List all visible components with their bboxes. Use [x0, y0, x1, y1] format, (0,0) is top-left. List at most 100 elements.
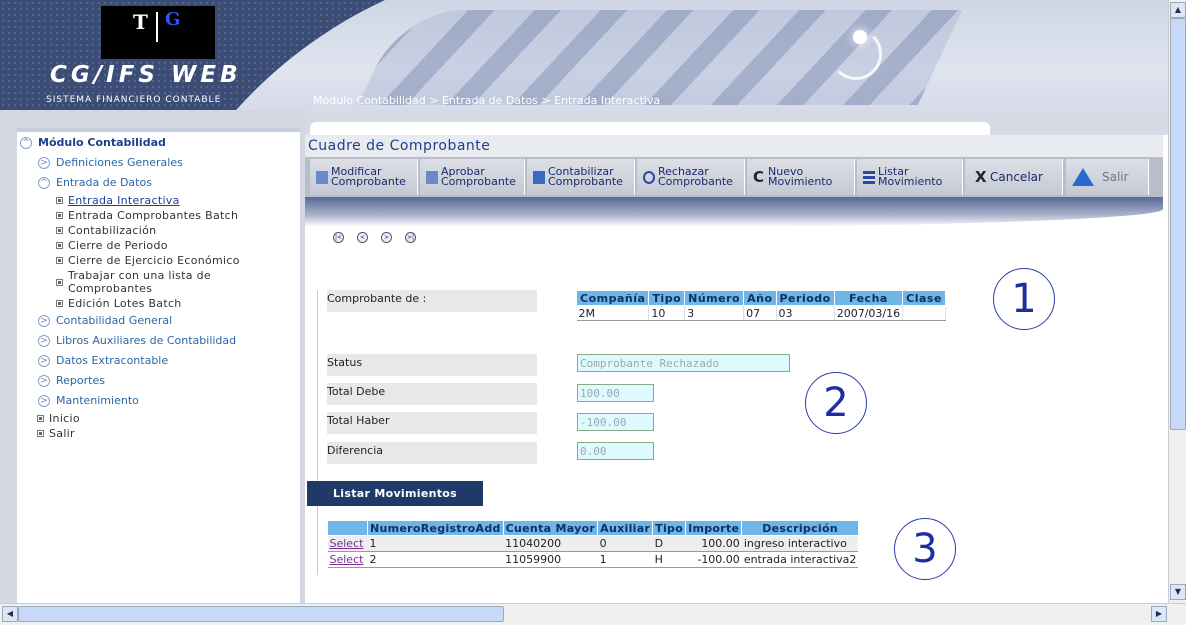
table-cell: 10	[648, 305, 686, 321]
listar-movimientos-button[interactable]: Listar Movimientos	[307, 481, 483, 506]
total-debe-field[interactable]: 100.00	[577, 384, 654, 402]
modificar-comprobante-button[interactable]: Modificar Comprobante	[310, 159, 418, 195]
sidebar-subitem-batch[interactable]: Entrada Comprobantes Batch	[56, 209, 238, 222]
sidebar-subitem-label: Cierre de Ejercicio Económico	[68, 254, 240, 267]
table-cell: 07	[743, 305, 777, 321]
contabilizar-comprobante-button[interactable]: Contabilizar Comprobante	[527, 159, 635, 195]
button-label: Cancelar	[990, 170, 1043, 184]
table-row: Select 1 11040200 0 D 100.00 ingreso int…	[327, 535, 859, 552]
sidebar-subitem-interactiva[interactable]: Entrada Interactiva	[56, 194, 180, 207]
main-top-tab	[310, 122, 990, 135]
sidebar-subitem-contabilizacion[interactable]: Contabilización	[56, 224, 156, 237]
main-top-band	[305, 110, 1168, 135]
next-record-icon[interactable]: >	[381, 232, 392, 243]
column-header: Compañía	[575, 290, 650, 306]
column-header: Tipo	[648, 290, 686, 306]
comprobante-table: Compañía Tipo Número Año Periodo Fecha C…	[575, 290, 946, 321]
table-cell	[902, 305, 946, 321]
column-header: Clase	[902, 290, 946, 306]
sidebar-subitem-cierre-ejercicio[interactable]: Cierre de Ejercicio Económico	[56, 254, 240, 267]
sidebar-item-label: Libros Auxiliares de Contabilidad	[56, 334, 237, 347]
arrow-right-icon: >	[38, 334, 50, 347]
sidebar-item-salir[interactable]: Salir	[37, 427, 75, 440]
scroll-down-icon[interactable]: ▼	[1170, 584, 1186, 600]
table-cell: D	[652, 535, 686, 552]
sidebar-subitem-label: Entrada Interactiva	[68, 194, 180, 207]
vertical-scroll-thumb[interactable]	[1170, 18, 1186, 430]
button-label: Salir	[1102, 170, 1129, 184]
sidebar-item-reportes[interactable]: > Reportes	[38, 374, 105, 387]
sidebar-item-mantenimiento[interactable]: > Mantenimiento	[38, 394, 139, 407]
sidebar-item-libros[interactable]: > Libros Auxiliares de Contabilidad	[38, 334, 236, 347]
table-cell: 1	[367, 535, 504, 552]
previous-record-icon[interactable]: <	[357, 232, 368, 243]
total-haber-field[interactable]: -100.00	[577, 413, 654, 431]
first-record-icon[interactable]: |<	[333, 232, 344, 243]
scroll-left-icon[interactable]: ◀	[2, 606, 18, 622]
select-cell: Select	[327, 535, 368, 552]
nuevo-movimiento-button[interactable]: C Nuevo Movimiento	[747, 159, 855, 195]
aprobar-comprobante-button[interactable]: Aprobar Comprobante	[420, 159, 525, 195]
table-cell: 3	[684, 305, 745, 321]
logo-letter-t: T	[133, 10, 148, 34]
sidebar-item-definiciones[interactable]: > Definiciones Generales	[38, 156, 183, 169]
listar-movimiento-button[interactable]: Listar Movimiento	[857, 159, 963, 195]
scroll-up-icon[interactable]: ▲	[1170, 2, 1186, 18]
select-link[interactable]: Select	[330, 537, 364, 550]
comprobante-label: Comprobante de :	[327, 290, 537, 312]
table-row: 2M 10 3 07 03 2007/03/16	[576, 305, 946, 321]
select-link[interactable]: Select	[330, 553, 364, 566]
button-label-line2: Comprobante	[331, 175, 406, 188]
vertical-scrollbar[interactable]: ▲ ▼	[1168, 0, 1186, 603]
status-label: Status	[327, 354, 537, 376]
sidebar-item-entrada[interactable]: ^ Entrada de Datos	[38, 176, 152, 189]
arrow-right-icon: >	[38, 374, 50, 387]
scroll-right-icon[interactable]: ▶	[1151, 606, 1167, 622]
sidebar-subitem-trabajar[interactable]: Trabajar con una lista de Comprobantes	[56, 269, 211, 295]
sidebar-subitem-label-line2: Comprobantes	[68, 282, 153, 295]
title-bar: Cuadre de Comprobante	[305, 135, 1163, 157]
column-header: Año	[743, 290, 777, 306]
table-cell: 2007/03/16	[834, 305, 904, 321]
app-window: T G CG/IFS WEB SISTEMA FINANCIERO CONTAB…	[0, 0, 1186, 625]
sidebar-item-extracontable[interactable]: > Datos Extracontable	[38, 354, 168, 367]
table-header-row: NumeroRegistroAdd Cuenta Mayor Auxiliar …	[327, 520, 859, 536]
sidebar-item-contabilidad-general[interactable]: > Contabilidad General	[38, 314, 172, 327]
table-cell: 2	[367, 551, 504, 568]
table-cell: 1	[597, 551, 653, 568]
button-label-line2: Comprobante	[441, 175, 516, 188]
reject-icon	[643, 170, 655, 184]
breadcrumb: Módulo Contabilidad > Entrada de Datos >…	[313, 94, 661, 107]
horizontal-scroll-thumb[interactable]	[18, 606, 504, 622]
sidebar-subitem-label-line1: Trabajar con una lista de	[68, 269, 211, 282]
rechazar-comprobante-button[interactable]: Rechazar Comprobante	[637, 159, 745, 195]
sidebar-subitem-label: Edición Lotes Batch	[68, 297, 182, 310]
banner-glow-icon	[853, 30, 867, 44]
sidebar-subitem-lotes[interactable]: Edición Lotes Batch	[56, 297, 182, 310]
cancelar-button[interactable]: X Cancelar	[965, 159, 1063, 195]
diferencia-field[interactable]: 0.00	[577, 442, 654, 460]
approve-icon	[426, 170, 438, 184]
button-label-line2: Movimiento	[768, 175, 833, 188]
sidebar-item-inicio[interactable]: Inicio	[37, 412, 80, 425]
salir-button[interactable]: Salir	[1066, 159, 1149, 195]
last-record-icon[interactable]: >|	[405, 232, 416, 243]
brand-tagline: SISTEMA FINANCIERO CONTABLE	[46, 95, 222, 105]
header-banner: T G CG/IFS WEB SISTEMA FINANCIERO CONTAB…	[0, 0, 1168, 110]
annotation-1: 1	[993, 268, 1055, 330]
form-left-rule	[317, 290, 318, 575]
new-icon: C	[753, 167, 765, 186]
column-header: Cuenta Mayor	[502, 520, 599, 536]
ledger-icon	[533, 170, 545, 184]
button-label: Aprobar Comprobante	[441, 166, 516, 188]
tg-logo: T G	[101, 6, 215, 59]
horizontal-scrollbar[interactable]: ◀ ▶	[0, 603, 1186, 625]
table-cell: 11040200	[503, 535, 598, 552]
sidebar-subitem-cierre-periodo[interactable]: Cierre de Periodo	[56, 239, 168, 252]
page-title: Cuadre de Comprobante	[308, 138, 491, 154]
sidebar-subitem-label: Contabilización	[68, 224, 157, 237]
list-icon	[863, 170, 875, 184]
sidebar-subitem-label: Trabajar con una lista de Comprobantes	[68, 269, 211, 295]
status-field[interactable]: Comprobante Rechazado	[577, 354, 790, 372]
sidebar-item-modulo[interactable]: ^ Módulo Contabilidad	[20, 136, 166, 149]
